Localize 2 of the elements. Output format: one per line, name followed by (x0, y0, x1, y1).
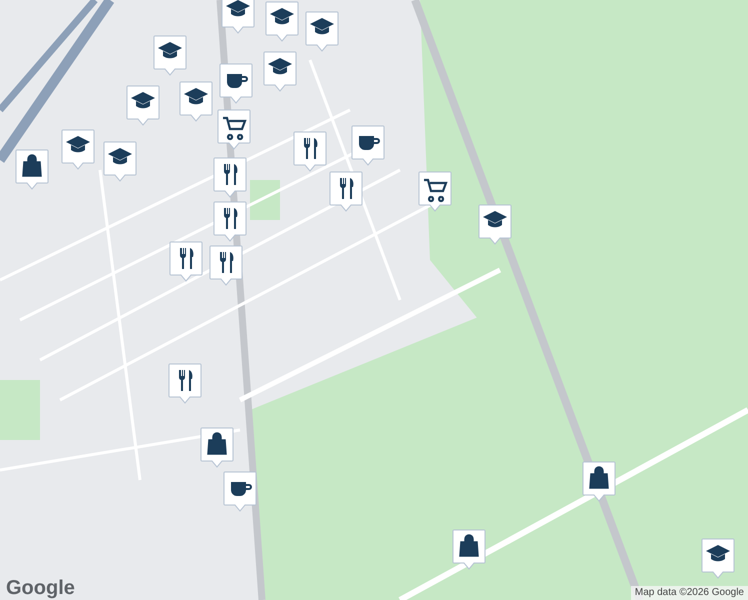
attribution-text: Map data ©2026 Google (630, 586, 748, 600)
google-logo[interactable]: Google (6, 578, 75, 598)
